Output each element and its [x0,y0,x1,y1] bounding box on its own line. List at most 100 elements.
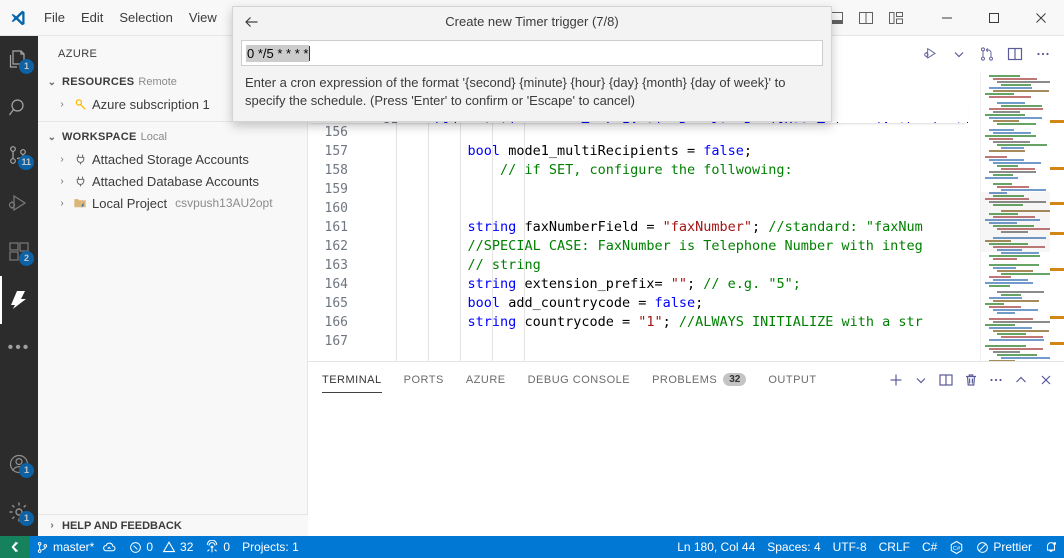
minimap-line [989,171,1036,173]
minimap-slider[interactable] [981,192,1050,252]
menu-view[interactable]: View [181,6,225,30]
maximize-panel-chevron-up-icon[interactable] [1009,368,1033,392]
panel-tab-ports[interactable]: PORTS [404,362,444,397]
code-line[interactable]: 156 [308,123,1064,142]
quick-input-title: Create new Timer trigger (7/8) [445,14,618,29]
code-line[interactable]: 166 string countrycode = "1"; //ALWAYS I… [308,313,1064,332]
minimap-line [989,75,1020,77]
panel-tab-azure[interactable]: AZURE [466,362,506,397]
minimap-line [1001,252,1039,254]
split-editor-icon[interactable] [1002,41,1028,67]
panel-tab-terminal[interactable]: TERMINAL [322,362,382,397]
activitybar-item-search[interactable] [0,84,38,132]
panel-tab-output[interactable]: OUTPUT [768,362,816,397]
terminal-profile-chevron-down-icon[interactable] [909,368,933,392]
code-line[interactable]: 163 // string [308,256,1064,275]
status-branch[interactable]: master* [30,536,123,558]
panel-tab-label: PROBLEMS [652,374,717,386]
minimap-line [997,270,1033,272]
window-close-button[interactable] [1017,0,1064,36]
tree-item-attached-database-accounts[interactable]: › Attached Database Accounts [38,170,307,192]
back-arrow-icon[interactable] [241,11,263,33]
panel-tab-label: DEBUG CONSOLE [528,374,630,386]
activitybar-item-source-control[interactable]: 11 [0,132,38,180]
status-ports-count: 0 [223,540,230,554]
code-line[interactable]: 162 //SPECIAL CASE: FaxNumber is Telepho… [308,237,1064,256]
chevron-down-icon[interactable] [946,41,972,67]
status-problems[interactable]: 0 32 [123,536,199,558]
line-number: 160 [308,199,370,218]
ellipsis-icon: ••• [8,328,31,368]
code-line[interactable]: 165 bool add_countrycode = false; [308,294,1064,313]
code-lines[interactable]: 156157 bool mode1_multiRecipients = fals… [308,123,1064,361]
status-language-mode[interactable]: C# [916,536,943,558]
trash-icon[interactable] [959,368,983,392]
quick-input-dialog[interactable]: Create new Timer trigger (7/8) 0 */5 * *… [232,6,832,122]
status-projects[interactable]: Projects: 1 [236,536,305,558]
code-line[interactable]: 164 string extension_prefix= ""; // e.g.… [308,275,1064,294]
toggle-secondary-sidebar-icon[interactable] [853,5,879,31]
minimap-line [993,267,1016,269]
status-forwarded-ports[interactable]: 0 [199,536,236,558]
minimap-line [997,165,1018,167]
minimap-line [993,141,1030,143]
code-line[interactable]: 160 [308,199,1064,218]
menu-selection[interactable]: Selection [111,6,180,30]
minimap-line [989,339,1044,341]
code-line[interactable]: 157 bool mode1_multiRecipients = false; [308,142,1064,161]
code-line[interactable]: 167 [308,332,1064,351]
window-minimize-button[interactable] [923,0,970,36]
status-eol[interactable]: CRLF [873,536,916,558]
source-control-compare-icon[interactable] [974,41,1000,67]
new-terminal-icon[interactable] [884,368,908,392]
line-text: // string [370,256,1064,275]
split-terminal-icon[interactable] [934,368,958,392]
minimap-line [985,177,1018,179]
minimap-line [989,138,1013,140]
activitybar-item-run-debug[interactable] [0,180,38,228]
status-prettier[interactable]: Prettier [970,536,1038,558]
code-line[interactable]: 158 // if SET, configure the follwowing: [308,161,1064,180]
menu-file[interactable]: File [36,6,73,30]
window-maximize-button[interactable] [970,0,1017,36]
extensions-badge: 2 [19,251,34,266]
status-editor-position[interactable]: Ln 180, Col 44 [671,536,761,558]
minimap[interactable] [980,72,1050,361]
sidebar-section-workspace[interactable]: ⌄ WORKSPACE Local [38,126,307,148]
close-panel-icon[interactable] [1034,368,1058,392]
activitybar-item-accounts[interactable]: 1 [0,440,38,488]
editor-more-actions-icon[interactable] [1030,41,1056,67]
minimap-line [985,135,1036,137]
activitybar-item-manage[interactable]: 1 [0,488,38,536]
code-line[interactable]: 159 [308,180,1064,199]
sidebar-section-help-and-feedback[interactable]: › HELP AND FEEDBACK [38,514,308,536]
status-notifications[interactable] [1038,536,1064,558]
activitybar-item-explorer[interactable]: 1 [0,36,38,84]
status-csharp-extension[interactable]: C# [943,536,970,558]
panel-tab-problems[interactable]: PROBLEMS32 [652,362,746,397]
status-encoding[interactable]: UTF-8 [827,536,873,558]
status-indentation[interactable]: Spaces: 4 [761,536,826,558]
activitybar-item-azure[interactable] [0,276,38,324]
tree-item-local-project[interactable]: › Local Project csvpush13AU2opt [38,192,307,214]
status-branch-label: master* [53,540,94,554]
status-remote-indicator[interactable] [0,536,30,558]
panel-tab-debug-console[interactable]: DEBUG CONSOLE [528,362,630,397]
line-number: 159 [308,180,370,199]
terminal-body[interactable] [308,397,1064,537]
tree-item-attached-storage-accounts[interactable]: › Attached Storage Accounts [38,148,307,170]
minimap-line [1001,105,1042,107]
activitybar-item-more-views[interactable]: ••• [0,324,38,372]
panel-more-actions-icon[interactable] [984,368,1008,392]
tree-item-label: Local Project [92,196,167,211]
run-debug-icon[interactable] [918,41,944,67]
customize-layout-icon[interactable] [883,5,909,31]
line-text [370,332,1064,351]
menu-edit[interactable]: Edit [73,6,111,30]
resources-sublabel: Remote [138,76,177,88]
overview-ruler[interactable] [1050,72,1064,361]
activitybar-item-extensions[interactable]: 2 [0,228,38,276]
code-line[interactable]: 161 string faxNumberField = "faxNumber";… [308,218,1064,237]
cron-expression-input[interactable]: 0 */5 * * * * [241,40,823,66]
minimap-line [989,264,1039,266]
